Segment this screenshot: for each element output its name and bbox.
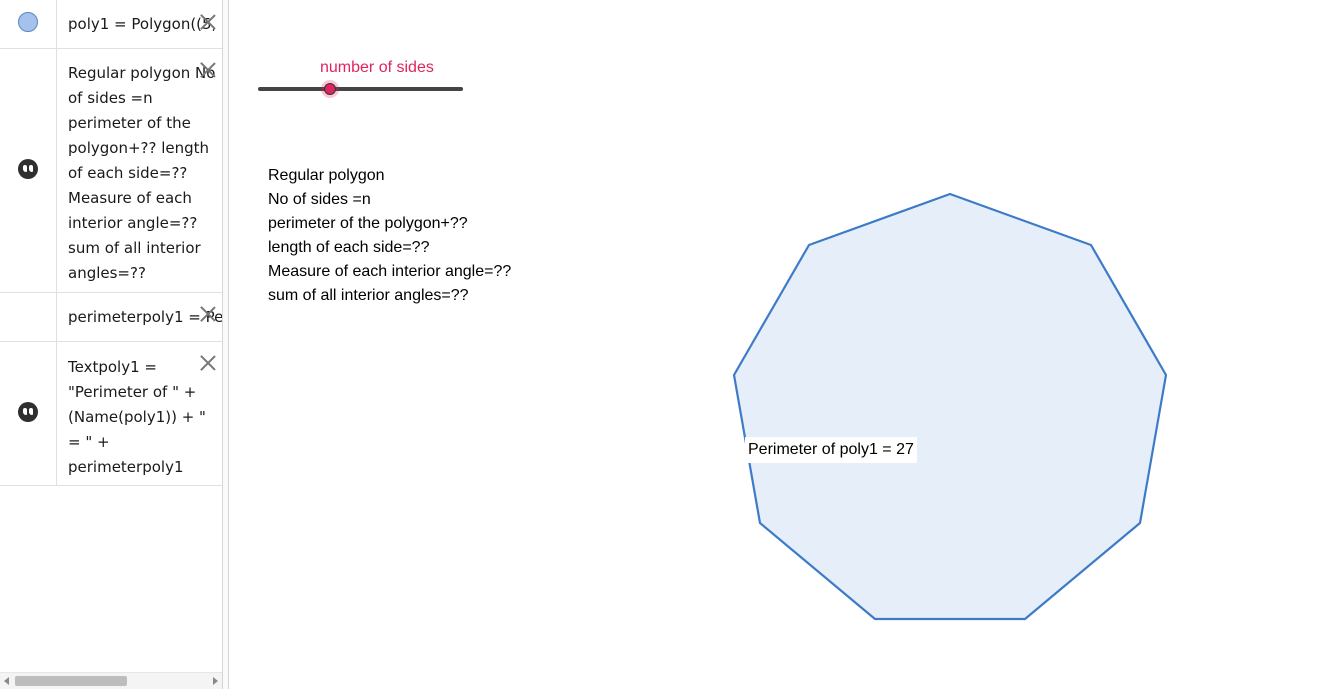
horizontal-scrollbar[interactable] bbox=[0, 672, 222, 689]
text-line: sum of all interior angles=?? bbox=[268, 287, 469, 304]
shape-color-icon[interactable] bbox=[18, 12, 38, 32]
algebra-view: poly1 = Polygon((5, Regular polygon No o… bbox=[0, 0, 222, 689]
text-line: Regular polygon bbox=[268, 167, 385, 184]
text-line: Measure of each interior angle=?? bbox=[268, 263, 512, 280]
view-divider[interactable] bbox=[222, 0, 229, 689]
algebra-row-textpoly1[interactable]: Textpoly1 = "Perimeter of " + (Name(poly… bbox=[0, 342, 222, 486]
row-marble[interactable] bbox=[0, 342, 57, 485]
close-icon[interactable] bbox=[199, 61, 217, 79]
scroll-left-icon[interactable] bbox=[4, 677, 9, 685]
scroll-right-icon[interactable] bbox=[213, 677, 218, 685]
info-text-block[interactable]: Regular polygon No of sides =n perimeter… bbox=[268, 164, 511, 308]
quote-icon[interactable] bbox=[18, 159, 38, 179]
text-line: perimeter of the polygon+?? bbox=[268, 215, 468, 232]
number-of-sides-slider[interactable] bbox=[258, 87, 463, 91]
row-marble[interactable] bbox=[0, 49, 57, 292]
slider-knob[interactable] bbox=[323, 83, 336, 95]
algebra-row-poly1[interactable]: poly1 = Polygon((5, bbox=[0, 0, 222, 49]
polygon-poly1[interactable] bbox=[732, 192, 1168, 621]
algebra-row-perimeterpoly1[interactable]: perimeterpoly1 = Pe bbox=[0, 293, 222, 342]
row-marble[interactable] bbox=[0, 0, 57, 48]
text-line: length of each side=?? bbox=[268, 239, 430, 256]
text-line: No of sides =n bbox=[268, 191, 371, 208]
algebra-row-text[interactable]: Textpoly1 = "Perimeter of " + (Name(poly… bbox=[68, 355, 216, 480]
algebra-row-text1[interactable]: Regular polygon No of sides =n perimeter… bbox=[0, 49, 222, 293]
quote-icon[interactable] bbox=[18, 402, 38, 422]
scrollbar-thumb[interactable] bbox=[15, 676, 127, 686]
close-icon[interactable] bbox=[199, 305, 217, 323]
close-icon[interactable] bbox=[199, 354, 217, 372]
slider-label: number of sides bbox=[320, 59, 434, 76]
algebra-row-text[interactable]: Regular polygon No of sides =n perimeter… bbox=[68, 61, 216, 286]
row-marble bbox=[0, 293, 57, 341]
close-icon[interactable] bbox=[199, 13, 217, 31]
perimeter-label[interactable]: Perimeter of poly1 = 27 bbox=[745, 437, 917, 463]
